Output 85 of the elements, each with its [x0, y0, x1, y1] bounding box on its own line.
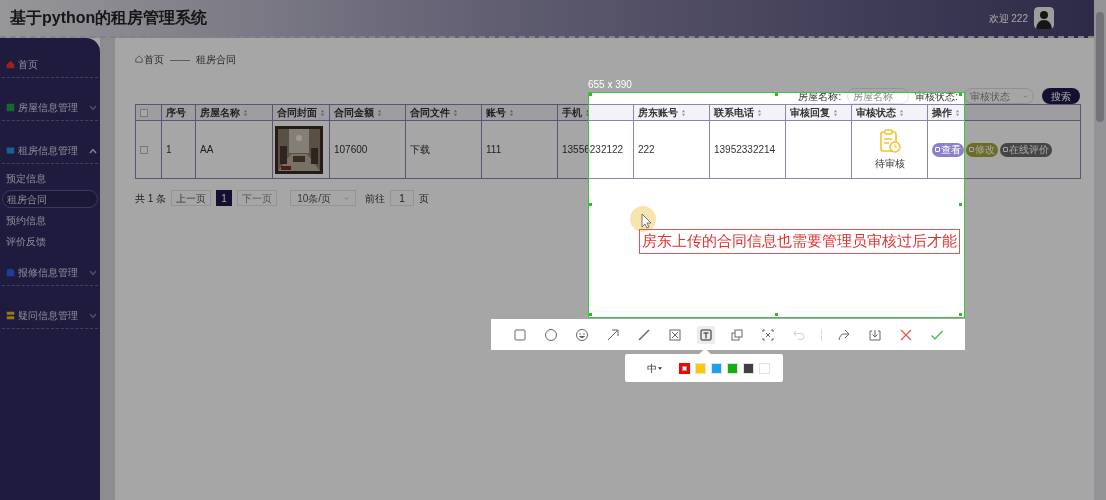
sort-icon[interactable]: [243, 108, 248, 117]
breadcrumb-current: 租房合同: [196, 52, 236, 67]
column-title: 手机: [562, 106, 582, 120]
smiley-icon: [574, 327, 589, 342]
sort-icon[interactable]: [757, 108, 762, 117]
download-link[interactable]: 下载: [410, 144, 430, 155]
forward-arrow-icon: [836, 327, 851, 342]
column-title: 审核回复: [790, 106, 830, 120]
table-cell: 111: [486, 144, 502, 155]
sort-icon[interactable]: [833, 108, 838, 117]
arrow-icon: [605, 327, 620, 342]
color-swatch[interactable]: [679, 362, 690, 374]
status-text: 待审核: [874, 156, 905, 171]
sort-icon[interactable]: [320, 108, 325, 117]
sidebar-item[interactable]: 租房信息管理: [2, 138, 98, 164]
table-cell: 13952332214: [714, 144, 776, 155]
page-input[interactable]: 1: [390, 190, 415, 206]
sidebar-item[interactable]: 房屋信息管理: [2, 95, 98, 121]
sidebar-item[interactable]: 首页: [2, 52, 98, 78]
action-button[interactable]: 在线评价: [1000, 142, 1052, 157]
clipboard-clock-icon: [878, 128, 901, 153]
submenu-item[interactable]: 评价反馈: [2, 232, 98, 250]
prev-page-button[interactable]: 上一页: [171, 190, 212, 206]
checkbox[interactable]: [140, 145, 148, 154]
table-cell: 107600: [334, 144, 368, 155]
column-title: 联系电话: [714, 106, 754, 120]
sort-icon[interactable]: [377, 108, 382, 117]
sort-icon[interactable]: [453, 108, 458, 117]
action-button[interactable]: 查看: [932, 142, 964, 157]
goto-label: 前往: [365, 191, 386, 206]
menu-icon: [6, 146, 15, 155]
download-icon: [867, 327, 882, 342]
sort-icon[interactable]: [955, 108, 960, 117]
line-icon: [636, 327, 651, 342]
tool-button[interactable]: [696, 325, 715, 344]
menu-icon: [6, 103, 15, 112]
submenu-item[interactable]: 预约信息: [2, 211, 98, 229]
submenu-item[interactable]: 预定信息: [2, 169, 98, 187]
sort-icon[interactable]: [681, 108, 686, 117]
column-title: 合同金额: [334, 106, 374, 120]
column-title: 合同文件: [410, 106, 450, 120]
avatar-icon: [1034, 7, 1054, 29]
search-button[interactable]: 搜索: [1042, 88, 1080, 104]
size-label: 655 x 390: [588, 78, 632, 92]
page-size-dropdown[interactable]: 10条/页: [290, 190, 357, 206]
welcome-text: 欢迎 222: [988, 11, 1028, 26]
annotation-text[interactable]: 房东上传的合同信息也需要管理员审核过后才能: [639, 229, 960, 254]
column-title: 审核状态: [856, 106, 896, 120]
pointer-icon: [630, 206, 658, 234]
breadcrumb-separator: ——: [170, 52, 190, 67]
caret-icon: [658, 366, 662, 370]
table-cell: 1: [166, 144, 172, 155]
column-title: 账号: [486, 106, 506, 120]
text-icon: [698, 327, 713, 342]
column-title: 操作: [932, 106, 952, 120]
page-suffix: 页: [419, 191, 430, 206]
menu-icon: [6, 268, 15, 277]
sort-icon[interactable]: [899, 108, 904, 117]
menu-icon: [6, 60, 15, 69]
close-icon: [898, 327, 913, 342]
home-icon: [135, 55, 143, 63]
page-button[interactable]: 1: [216, 190, 233, 206]
font-size-dropdown[interactable]: 中: [647, 360, 662, 376]
scrollbar[interactable]: [1094, 0, 1106, 500]
app-title: 基于python的租房管理系统: [10, 8, 208, 28]
checkbox[interactable]: [140, 108, 148, 117]
total-count: 共 1 条: [135, 191, 167, 206]
table-cell: 222: [638, 144, 655, 155]
mosaic-icon: [667, 327, 682, 342]
sidebar-item[interactable]: 疑问信息管理: [2, 303, 98, 329]
column-title: 房东账号: [638, 106, 678, 120]
pin-icon: [729, 327, 744, 342]
sidebar-item[interactable]: 报修信息管理: [2, 260, 98, 286]
breadcrumb-home[interactable]: 首页: [135, 51, 164, 67]
column-title: 房屋名称: [200, 106, 240, 120]
table-cell: AA: [200, 144, 214, 155]
scan-icon: [760, 327, 775, 342]
column-title: 合同封面: [277, 106, 317, 120]
submenu-item[interactable]: 租房合同: [2, 190, 98, 208]
menu-icon: [6, 311, 15, 320]
sort-icon[interactable]: [585, 108, 590, 117]
column-title: 序号: [166, 106, 186, 120]
circle-icon: [543, 327, 558, 342]
sort-icon[interactable]: [509, 108, 514, 117]
rectangle-icon: [512, 327, 527, 342]
